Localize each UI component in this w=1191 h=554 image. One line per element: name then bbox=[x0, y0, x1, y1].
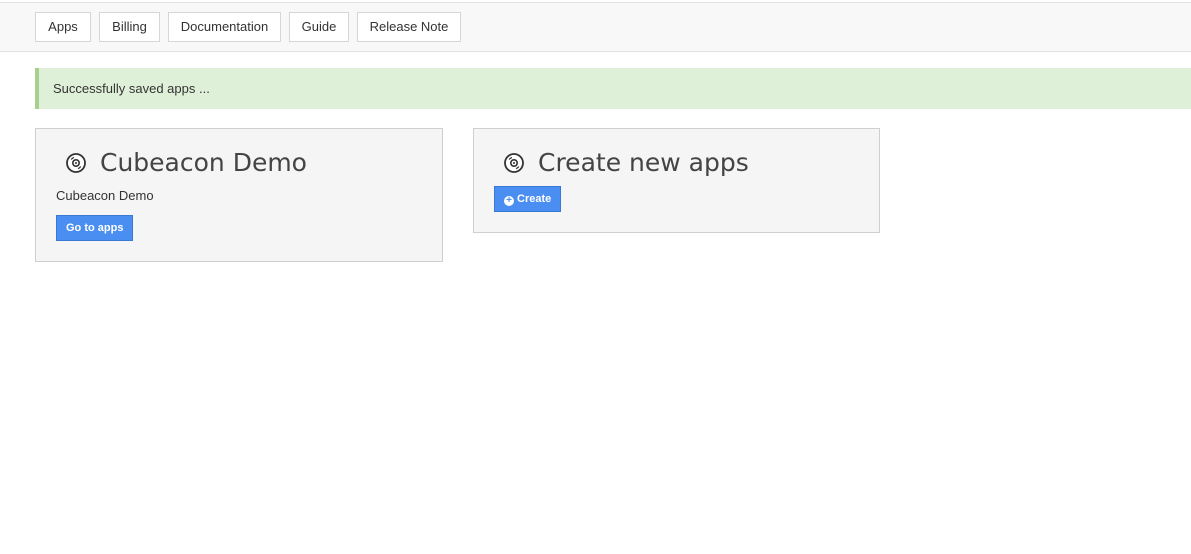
create-app-card: Create new apps + Create bbox=[473, 128, 880, 233]
app-card-title-text: Cubeacon Demo bbox=[100, 148, 307, 177]
alert-message: Successfully saved apps ... bbox=[53, 81, 210, 96]
go-to-apps-button[interactable]: Go to apps bbox=[56, 215, 134, 241]
nav-billing-button[interactable]: Billing bbox=[99, 12, 160, 42]
disc-icon bbox=[504, 152, 524, 173]
create-button-label: Create bbox=[517, 193, 552, 205]
success-alert: Successfully saved apps ... bbox=[35, 68, 1191, 109]
plus-circle-icon: + bbox=[504, 196, 514, 206]
app-card-cubeacon-demo: Cubeacon Demo Cubeacon Demo Go to apps bbox=[35, 128, 443, 262]
create-button[interactable]: + Create bbox=[494, 186, 562, 212]
nav-release-note-button[interactable]: Release Note bbox=[357, 12, 461, 42]
app-card-title: Cubeacon Demo bbox=[66, 148, 307, 177]
create-card-title-text: Create new apps bbox=[538, 148, 749, 177]
top-nav-bar: Apps Billing Documentation Guide Release… bbox=[0, 2, 1191, 52]
nav-documentation-button[interactable]: Documentation bbox=[168, 12, 281, 42]
app-card-subtitle: Cubeacon Demo bbox=[56, 188, 154, 203]
nav-apps-button[interactable]: Apps bbox=[35, 12, 91, 42]
nav-guide-button[interactable]: Guide bbox=[289, 12, 349, 42]
disc-icon bbox=[66, 152, 86, 173]
create-card-title: Create new apps bbox=[504, 148, 749, 177]
